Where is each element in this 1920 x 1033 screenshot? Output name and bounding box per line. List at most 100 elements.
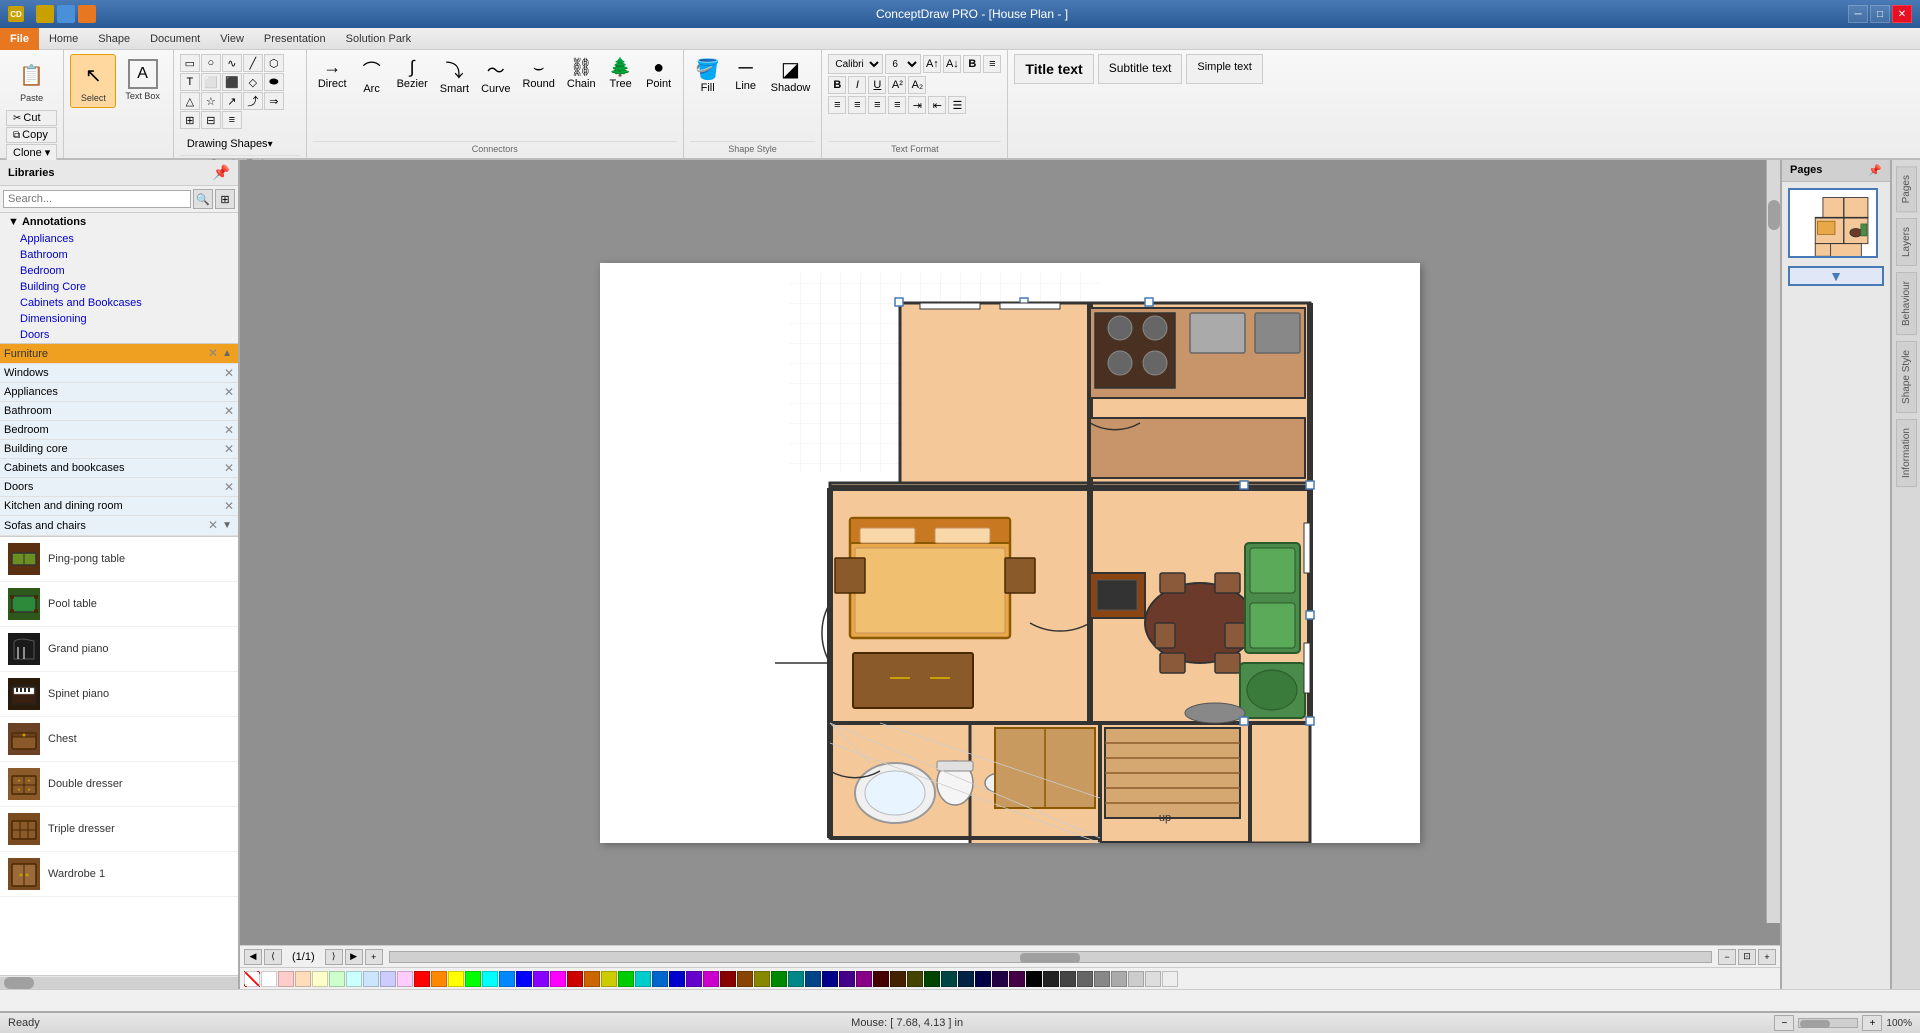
active-lib-building-core[interactable]: Building core ✕ [0,440,238,459]
color-swatch[interactable] [363,971,379,987]
align-center-button[interactable]: ≡ [848,96,866,114]
nav-next-page[interactable]: ▶ [345,949,363,965]
menu-file[interactable]: File [0,28,39,50]
indent-button[interactable]: ⇥ [908,96,926,114]
zoom-thumb[interactable] [1800,1020,1830,1028]
shape-circle[interactable]: ○ [201,54,221,72]
font-shrink-button[interactable]: A↓ [943,55,961,73]
active-lib-kitchen[interactable]: Kitchen and dining room ✕ [0,497,238,516]
color-swatch[interactable] [1077,971,1093,987]
color-swatch[interactable] [601,971,617,987]
list-item[interactable]: Grand piano [0,627,238,672]
list-item[interactable]: Pool table [0,582,238,627]
color-swatch[interactable] [278,971,294,987]
shape-a11[interactable]: ⊟ [201,111,221,129]
active-lib-windows[interactable]: Windows ✕ [0,364,238,383]
menu-view[interactable]: View [210,28,254,50]
color-swatch[interactable] [839,971,855,987]
building-core-close[interactable]: ✕ [224,442,234,456]
color-swatch[interactable] [992,971,1008,987]
canvas[interactable]: up [600,263,1420,843]
color-swatch[interactable] [431,971,447,987]
color-swatch[interactable] [856,971,872,987]
kitchen-close[interactable]: ✕ [224,499,234,513]
simple-text-button[interactable]: Simple text [1186,54,1262,84]
close-button[interactable]: ✕ [1892,5,1912,23]
doors-close[interactable]: ✕ [224,480,234,494]
quick-access-1[interactable] [36,5,54,23]
color-swatch[interactable] [516,971,532,987]
color-swatch[interactable] [1043,971,1059,987]
tree-bedroom[interactable]: Bedroom [0,263,238,279]
libraries-pin[interactable]: 📌 [213,164,230,181]
color-swatch[interactable] [295,971,311,987]
tab-layers[interactable]: Layers [1896,218,1917,266]
nav-right[interactable]: ⟩ [325,949,343,965]
zoom-fit-button[interactable]: ⊡ [1738,949,1756,965]
canvas-hscrollbar[interactable] [389,951,1712,963]
tree-dimensioning[interactable]: Dimensioning [0,311,238,327]
shape-a3[interactable]: ◇ [243,73,263,91]
shape-a5[interactable]: △ [180,92,200,110]
shape-a1[interactable]: ⬜ [201,73,221,91]
shape-line[interactable]: ╱ [243,54,263,72]
connector-point[interactable]: ● Point [641,54,677,98]
color-swatch[interactable] [1111,971,1127,987]
search-button[interactable]: 🔍 [193,189,213,209]
color-swatch[interactable] [584,971,600,987]
color-swatch[interactable] [312,971,328,987]
shape-a9[interactable]: ⇒ [264,92,284,110]
connector-curve[interactable]: 〜 Curve [476,54,515,98]
active-lib-bedroom[interactable]: Bedroom ✕ [0,421,238,440]
line-button[interactable]: ─ Line [728,54,764,95]
clone-button[interactable]: Clone ▾ [6,144,57,161]
shape-poly[interactable]: ⬡ [264,54,284,72]
title-text-button[interactable]: Title text [1014,54,1093,84]
zoom-out-button[interactable]: − [1718,949,1736,965]
outdent-button[interactable]: ⇤ [928,96,946,114]
cut-button[interactable]: ✂ Cut [6,110,57,126]
color-swatch[interactable] [907,971,923,987]
color-swatch[interactable] [1128,971,1144,987]
color-swatch[interactable] [924,971,940,987]
color-swatch[interactable] [669,971,685,987]
minimize-button[interactable]: ─ [1848,5,1868,23]
color-swatch[interactable] [958,971,974,987]
windows-close[interactable]: ✕ [224,366,234,380]
annotations-header[interactable]: ▼ Annotations [0,213,238,231]
color-swatch[interactable] [482,971,498,987]
connector-chain[interactable]: ⛓ Chain [562,54,601,98]
shape-a4[interactable]: ⬬ [264,73,284,91]
tab-behaviour[interactable]: Behaviour [1896,272,1917,335]
tab-shape-style[interactable]: Shape Style [1896,341,1917,413]
color-swatch[interactable] [448,971,464,987]
tree-cabinets[interactable]: Cabinets and Bookcases [0,295,238,311]
font-select[interactable]: Calibri [828,54,883,74]
active-lib-doors[interactable]: Doors ✕ [0,478,238,497]
canvas-vertical-scrollbar[interactable] [1766,160,1780,923]
active-lib-cabinets[interactable]: Cabinets and bookcases ✕ [0,459,238,478]
color-swatch[interactable] [414,971,430,987]
color-swatch[interactable] [397,971,413,987]
color-swatch[interactable] [1162,971,1178,987]
tree-building-core[interactable]: Building Core [0,279,238,295]
textbox-button[interactable]: A Text Box [118,54,167,106]
connector-smart[interactable]: ⤵ Smart [435,54,474,98]
color-swatch[interactable] [329,971,345,987]
copy-button[interactable]: ⧉ Copy [6,127,57,143]
shape-a2[interactable]: ⬛ [222,73,242,91]
zoom-in-button[interactable]: + [1758,949,1776,965]
color-swatch[interactable] [890,971,906,987]
paste-button[interactable]: 📋 Paste [9,54,55,108]
list-item[interactable]: Double dresser [0,762,238,807]
list-item[interactable]: Spinet piano [0,672,238,717]
vscroll-thumb[interactable] [1768,200,1780,230]
pages-pin[interactable]: 📌 [1868,164,1882,177]
color-swatch[interactable] [720,971,736,987]
select-button[interactable]: ↖ Select [70,54,116,108]
nav-prev-page[interactable]: ◀ [244,949,262,965]
color-swatch[interactable] [1060,971,1076,987]
color-swatch[interactable] [873,971,889,987]
zoom-in-status[interactable]: + [1862,1015,1882,1031]
zoom-out-status[interactable]: − [1774,1015,1794,1031]
